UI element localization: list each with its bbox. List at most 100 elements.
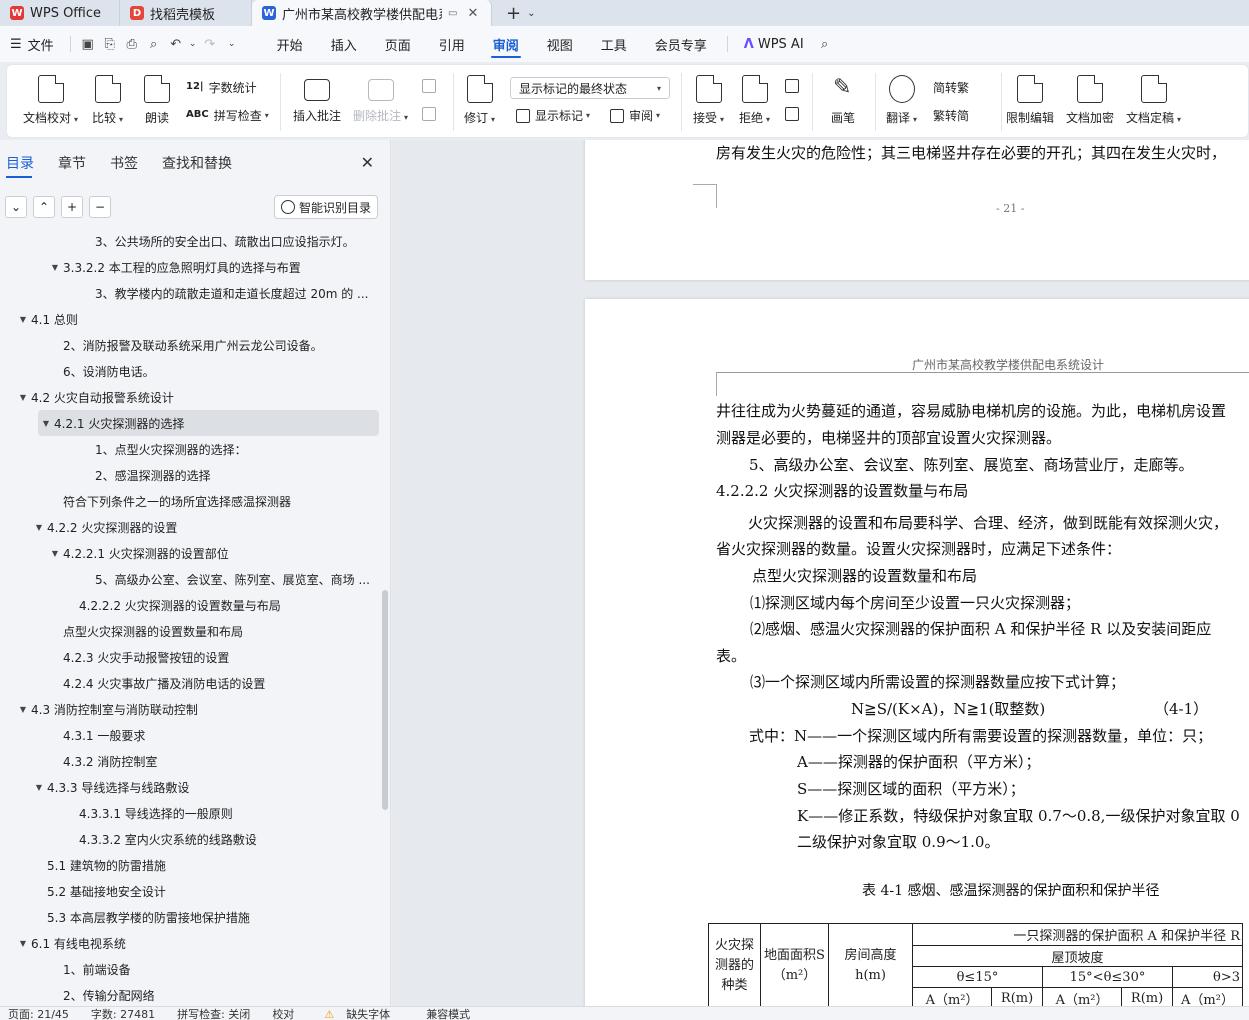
toc-item[interactable]: 2、感温探测器的选择 (0, 462, 384, 488)
page-indicator[interactable]: 页面: 21/45 (8, 1007, 69, 1020)
demote-icon[interactable]: − (89, 196, 111, 218)
close-icon[interactable]: ✕ (467, 6, 478, 21)
toc-item[interactable]: 2、消防报警及联动系统采用广州云龙公司设备。 (0, 332, 384, 358)
panel-tab-sections[interactable]: 章节 (52, 140, 86, 186)
toc-item[interactable]: 3、公共场所的安全出口、疏散出口应设指示灯。 (0, 228, 384, 254)
expand-triangle-icon[interactable]: ▼ (15, 939, 31, 948)
translate-button[interactable]: 翻译 ▾ (886, 75, 917, 126)
compare-button[interactable]: 比较 ▾ (92, 75, 123, 126)
next-comment-button[interactable] (422, 107, 441, 121)
menu-tab-member[interactable]: 会员专享 (641, 26, 721, 62)
toc-item[interactable]: 5.2 基础接地安全设计 (0, 878, 384, 904)
delete-comment-button[interactable]: 删除批注 ▾ (353, 75, 408, 124)
toc-item[interactable]: 4.3.2 消防控制室 (0, 748, 384, 774)
toc-item[interactable]: 6、设消防电话。 (0, 358, 384, 384)
toc-item[interactable]: 4.2.3 火灾手动报警按钮的设置 (0, 644, 384, 670)
promote-icon[interactable]: + (61, 196, 83, 218)
redo-icon[interactable]: ↷ (199, 33, 221, 55)
toc-item[interactable]: ▼ 4.2 火灾自动报警系统设计 (0, 384, 384, 410)
chevron-down-icon[interactable]: ⌄ (527, 0, 535, 26)
display-mode-select[interactable]: 显示标记的最终状态 ▾ (510, 77, 670, 99)
spell-check-indicator[interactable]: 拼写检查: 关闭 (177, 1007, 250, 1020)
menu-tab-reference[interactable]: 引用 (425, 26, 479, 62)
track-changes-button[interactable]: 修订 ▾ (464, 75, 495, 126)
to-simplified-button[interactable]: 繁转简 (933, 107, 969, 124)
toc-item[interactable]: 4.2.2.2 火灾探测器的设置数量与布局 (0, 592, 384, 618)
panel-tab-bookmarks[interactable]: 书签 (104, 140, 138, 186)
export-pdf-icon[interactable]: ⎘ (99, 33, 121, 55)
toc-scrollbar[interactable] (382, 590, 388, 810)
prev-change-button[interactable] (785, 79, 804, 93)
window-icon[interactable]: ▭ (448, 8, 457, 19)
word-count-button[interactable]: 12| 字数统计 (186, 79, 257, 96)
toc-item[interactable]: ▼ 6.1 有线电视系统 (0, 930, 384, 956)
print-icon[interactable]: ⎙ (121, 33, 143, 55)
tab-wps-office[interactable]: W WPS Office (0, 0, 120, 26)
prev-comment-button[interactable] (422, 79, 441, 93)
smart-toc-button[interactable]: 智能识别目录 (273, 195, 378, 219)
menu-tab-insert[interactable]: 插入 (317, 26, 371, 62)
toc-item[interactable]: ▼ 4.3.3 导线选择与线路敷设 (0, 774, 384, 800)
quick-access-dropdown-icon[interactable]: ⌄ (221, 33, 243, 55)
expand-triangle-icon[interactable]: ▼ (38, 419, 54, 428)
review-pane-button[interactable]: 审阅 ▾ (610, 107, 660, 124)
show-markup-button[interactable]: 显示标记 ▾ (516, 107, 590, 124)
finalize-button[interactable]: 文档定稿 ▾ (1126, 75, 1181, 126)
expand-triangle-icon[interactable]: ▼ (15, 705, 31, 714)
reject-button[interactable]: 拒绝 ▾ (739, 75, 770, 126)
search-icon[interactable]: ⌕ (814, 33, 836, 55)
toc-item[interactable]: 5、高级办公室、会议室、陈列室、展览室、商场 ... (0, 566, 384, 592)
toc-item[interactable]: 1、点型火灾探测器的选择： (0, 436, 384, 462)
tab-template[interactable]: D 找稻壳模板 (120, 0, 252, 26)
expand-triangle-icon[interactable]: ▼ (47, 263, 63, 272)
undo-dropdown-icon[interactable]: ⌄ (187, 33, 199, 55)
read-aloud-button[interactable]: 朗读 (144, 75, 170, 126)
new-tab-button[interactable]: + (492, 0, 527, 26)
undo-icon[interactable]: ↶ (165, 33, 187, 55)
file-menu[interactable]: ☰ 文件 (0, 35, 64, 54)
menu-tab-view[interactable]: 视图 (533, 26, 587, 62)
tab-document[interactable]: W 广州市某高校教学楼供配电系 ▭ ✕ (252, 0, 492, 26)
toc-item[interactable]: 3、教学楼内的疏散走道和走道长度超过 20m 的 ... (0, 280, 384, 306)
toc-item[interactable]: 点型火灾探测器的设置数量和布局 (0, 618, 384, 644)
toc-item[interactable]: 4.3.1 一般要求 (0, 722, 384, 748)
toc-item[interactable]: ▼ 4.2.2.1 火灾探测器的设置部位 (0, 540, 384, 566)
expand-up-icon[interactable]: ⌃ (33, 196, 55, 218)
expand-triangle-icon[interactable]: ▼ (47, 549, 63, 558)
menu-tab-home[interactable]: 开始 (263, 26, 317, 62)
menu-tab-review[interactable]: 审阅 (479, 26, 533, 62)
toc-item[interactable]: 符合下列条件之一的场所宜选择感温探测器 (0, 488, 384, 514)
toc-item[interactable]: 4.2.4 火灾事故广播及消防电话的设置 (0, 670, 384, 696)
expand-triangle-icon[interactable]: ▼ (31, 783, 47, 792)
ink-button[interactable]: 画笔 (830, 75, 856, 126)
save-icon[interactable]: ▣ (77, 33, 99, 55)
toc-item[interactable]: 5.1 建筑物的防雷措施 (0, 852, 384, 878)
toc-item[interactable]: 1、前端设备 (0, 956, 384, 982)
next-change-button[interactable] (785, 107, 804, 121)
spell-check-button[interactable]: ABC 拼写检查 ▾ (186, 107, 269, 124)
toc-item[interactable]: ▼ 4.3 消防控制室与消防联动控制 (0, 696, 384, 722)
close-icon[interactable]: ✕ (361, 153, 374, 172)
toc-item[interactable]: ▼ 3.3.2.2 本工程的应急照明灯具的选择与布置 (0, 254, 384, 280)
collapse-all-icon[interactable]: ⌄ (5, 196, 27, 218)
missing-font-indicator[interactable]: ⚠ 缺失字体 (316, 1007, 404, 1020)
encrypt-button[interactable]: 文档加密 (1066, 75, 1114, 126)
expand-triangle-icon[interactable]: ▼ (31, 523, 47, 532)
to-traditional-button[interactable]: 简转繁 (933, 79, 969, 96)
restrict-edit-button[interactable]: 限制编辑 (1006, 75, 1054, 126)
menu-tab-tools[interactable]: 工具 (587, 26, 641, 62)
doc-check-button[interactable]: 文档校对 ▾ (23, 75, 78, 126)
menu-tab-page[interactable]: 页面 (371, 26, 425, 62)
toc-item[interactable]: 5.3 本高层教学楼的防雷接地保护措施 (0, 904, 384, 930)
toc-item[interactable]: ▼ 4.2.2 火灾探测器的设置 (0, 514, 384, 540)
panel-tab-find-replace[interactable]: 查找和替换 (156, 140, 232, 186)
print-preview-icon[interactable]: ⌕ (143, 33, 165, 55)
proof-indicator[interactable]: 校对 (272, 1007, 294, 1020)
panel-tab-toc[interactable]: 目录 (0, 140, 34, 186)
word-count-indicator[interactable]: 字数: 27481 (91, 1007, 155, 1020)
insert-comment-button[interactable]: 插入批注 (293, 75, 341, 124)
expand-triangle-icon[interactable]: ▼ (15, 393, 31, 402)
toc-item[interactable]: 2、传输分配网络 (0, 982, 384, 1006)
toc-item[interactable]: 4.3.3.1 导线选择的一般原则 (0, 800, 384, 826)
accept-button[interactable]: 接受 ▾ (693, 75, 724, 126)
